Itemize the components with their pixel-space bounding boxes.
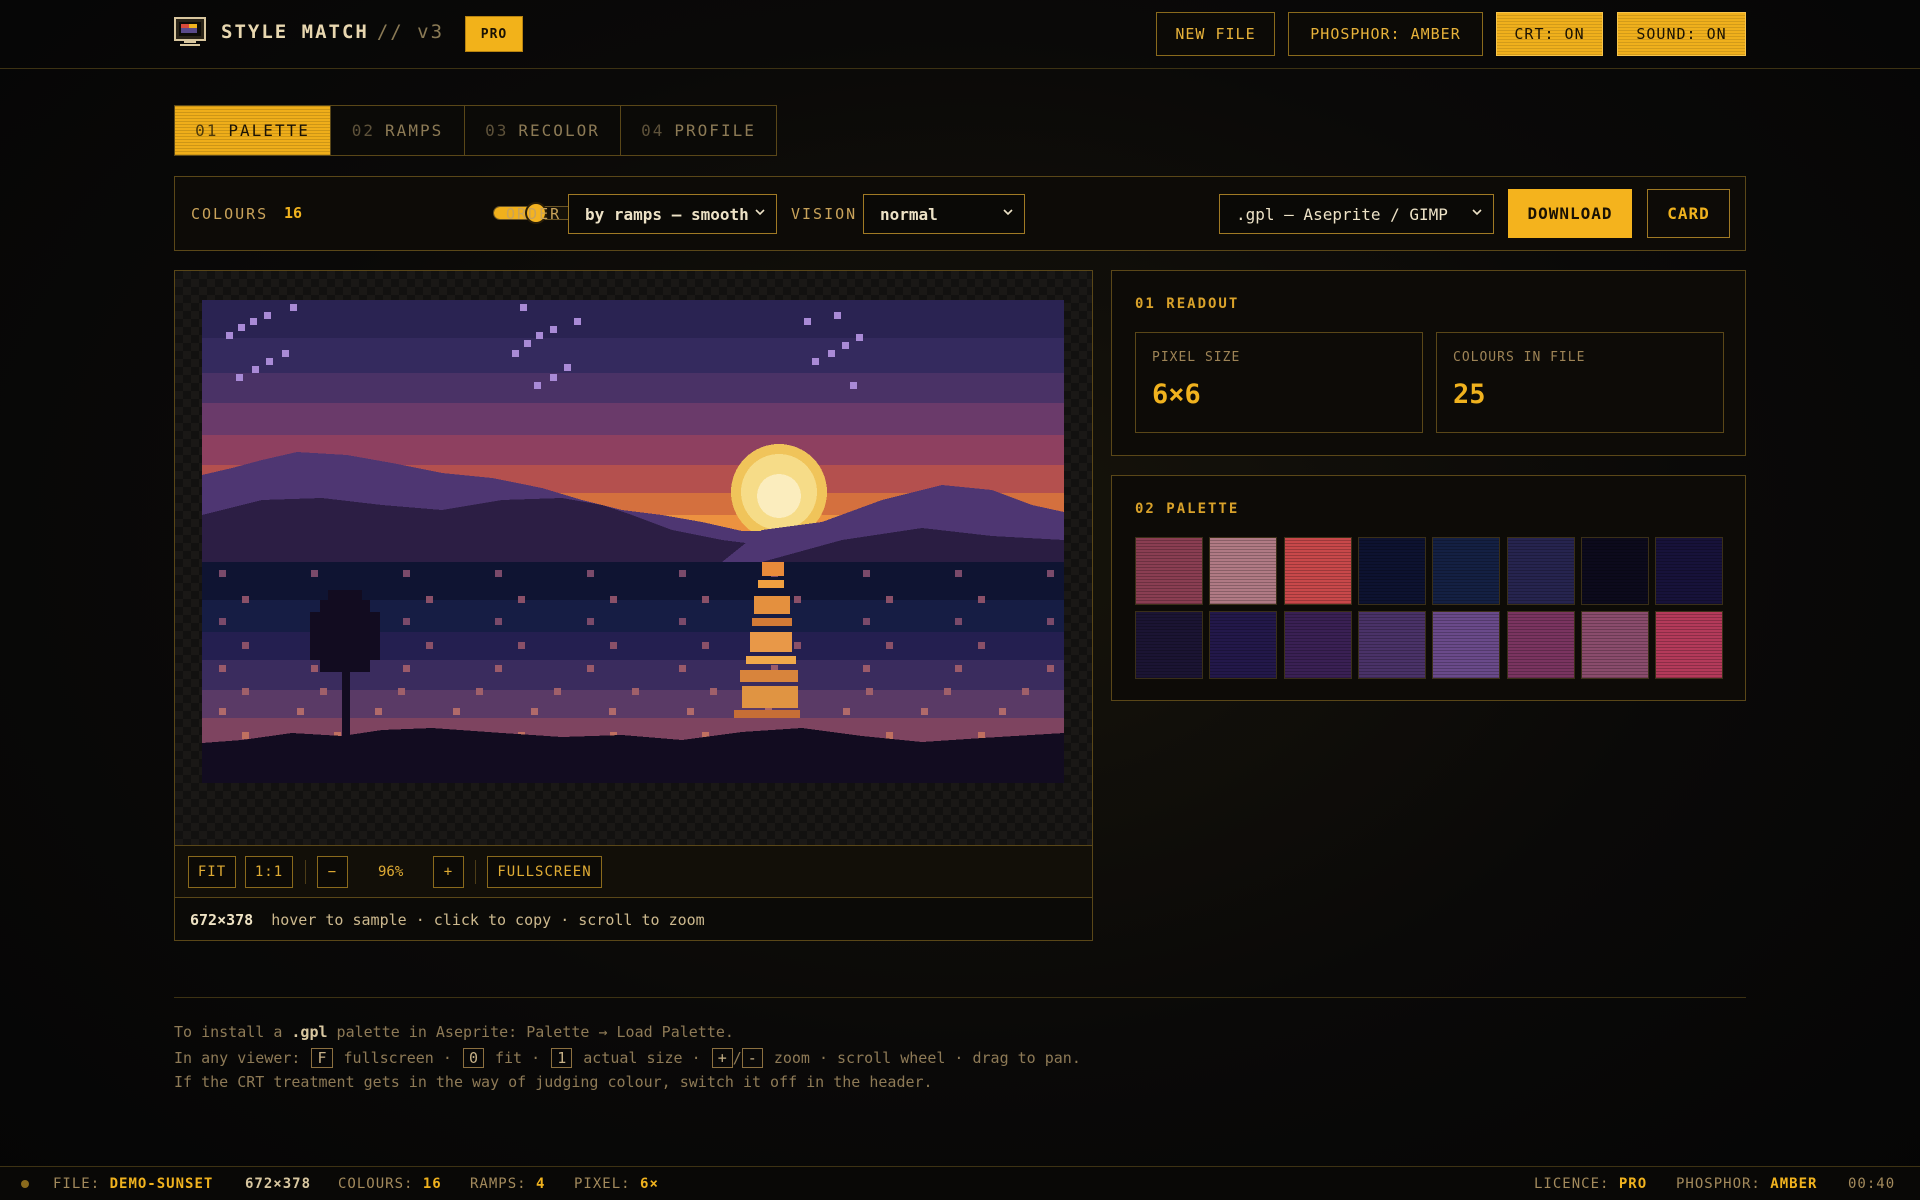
pixel-size-label: PIXEL SIZE [1152, 350, 1241, 365]
status-ramps: RAMPS: 4 [470, 1176, 546, 1192]
format-select[interactable]: .gpl — Aseprite / GIMP [1219, 194, 1494, 234]
card-button[interactable]: CARD [1647, 189, 1730, 238]
brand-title: STYLE MATCH// v3 [221, 21, 445, 43]
pro-badge: PRO [465, 16, 523, 52]
colours-value: 16 [284, 204, 303, 222]
vision-label: VISION [791, 205, 858, 223]
key-minus: - [741, 1048, 763, 1068]
vision-select[interactable]: normal [863, 194, 1025, 234]
palette-swatch[interactable] [1580, 537, 1649, 605]
actual-size-button[interactable]: 1:1 [245, 856, 293, 888]
palette-swatch[interactable] [1357, 611, 1426, 679]
chevron-down-icon [1003, 209, 1013, 216]
format-select-value: .gpl — Aseprite / GIMP [1236, 204, 1448, 224]
app-header: STYLE MATCH// v3 PRO NEW FILE PHOSPHOR: … [0, 0, 1920, 69]
status-pixel: PIXEL: 6× [574, 1176, 659, 1192]
palette-swatch[interactable] [1506, 611, 1575, 679]
palette-swatch[interactable] [1432, 537, 1501, 605]
colours-in-file-box: COLOURS IN FILE 25 [1436, 332, 1724, 433]
palette-swatch[interactable] [1506, 537, 1575, 605]
key-1: 1 [551, 1048, 573, 1068]
order-label: ORDER [506, 205, 562, 223]
palette-swatch[interactable] [1283, 537, 1352, 605]
fullscreen-button[interactable]: FULLSCREEN [487, 856, 602, 888]
readout-title: 01 READOUT [1135, 296, 1240, 312]
image-viewer: FIT 1:1 − 96% + FULLSCREEN 672×378 hover … [174, 270, 1093, 941]
pixel-size-value: 6×6 [1152, 379, 1201, 410]
phosphor-button[interactable]: PHOSPHOR: AMBER [1288, 12, 1483, 56]
canvas-area[interactable] [175, 271, 1092, 845]
divider [475, 860, 476, 884]
help-line-shortcuts: In any viewer: F fullscreen · 0 fit · 1 … [174, 1048, 1081, 1068]
palette-swatch[interactable] [1135, 611, 1203, 679]
zoom-out-button[interactable]: − [317, 856, 348, 888]
crt-toggle[interactable]: CRT: ON [1496, 12, 1603, 56]
palette-swatch[interactable] [1135, 537, 1203, 605]
colours-label: COLOURS [191, 205, 269, 223]
colours-in-file-label: COLOURS IN FILE [1453, 350, 1586, 365]
tab-ramps[interactable]: 02 RAMPS [331, 106, 465, 155]
monitor-icon [174, 17, 206, 46]
tab-recolor[interactable]: 03 RECOLOR [465, 106, 621, 155]
palette-swatch[interactable] [1655, 537, 1724, 605]
tab-profile[interactable]: 04 PROFILE [621, 106, 776, 155]
pixel-art-image[interactable] [202, 300, 1064, 783]
status-file: FILE: DEMO-SUNSET [53, 1176, 214, 1192]
status-phosphor: PHOSPHOR: AMBER [1676, 1176, 1818, 1192]
status-bar: FILE: DEMO-SUNSET 672×378 COLOURS: 16 RA… [0, 1166, 1920, 1200]
chevron-down-icon [1472, 209, 1482, 216]
tab-palette[interactable]: 01 PALETTE [175, 106, 331, 155]
tab-bar: 01 PALETTE 02 RAMPS 03 RECOLOR 04 PROFILE [174, 105, 777, 156]
key-0: 0 [462, 1048, 484, 1068]
order-select-value: by ramps — smooth [585, 204, 749, 224]
image-dimensions: 672×378 [190, 911, 254, 929]
new-file-button[interactable]: NEW FILE [1156, 12, 1275, 56]
palette-swatch[interactable] [1432, 611, 1501, 679]
status-licence: LICENCE: PRO [1534, 1176, 1648, 1192]
key-plus: + [711, 1048, 733, 1068]
pixel-size-box: PIXEL SIZE 6×6 [1135, 332, 1423, 433]
zoom-percent: 96% [378, 864, 404, 880]
palette-swatch[interactable] [1209, 611, 1278, 679]
divider [174, 997, 1746, 998]
palette-panel: 02 PALETTE [1111, 475, 1746, 701]
sound-toggle[interactable]: SOUND: ON [1617, 12, 1746, 56]
palette-swatch[interactable] [1357, 537, 1426, 605]
viewer-info: 672×378 hover to sample · click to copy ·… [190, 911, 705, 929]
zoom-in-button[interactable]: + [433, 856, 464, 888]
palette-swatch[interactable] [1283, 611, 1352, 679]
vision-select-value: normal [880, 204, 938, 224]
viewer-hint: hover to sample · click to copy · scroll… [271, 911, 705, 929]
download-button[interactable]: DOWNLOAD [1508, 189, 1632, 238]
status-time: 00:40 [1848, 1176, 1896, 1192]
palette-swatch[interactable] [1655, 611, 1724, 679]
palette-toolbar: COLOURS 16 ORDER by ramps — smooth VISIO… [174, 176, 1746, 251]
chevron-down-icon [755, 209, 765, 216]
divider [305, 860, 306, 884]
palette-swatch[interactable] [1580, 611, 1649, 679]
key-f: F [311, 1048, 333, 1068]
help-line-crt: If the CRT treatment gets in the way of … [174, 1073, 933, 1091]
zoom-toolbar: FIT 1:1 − 96% + FULLSCREEN [175, 845, 1092, 898]
status-dimensions: 672×378 [245, 1176, 312, 1192]
colours-in-file-value: 25 [1453, 379, 1486, 410]
palette-title: 02 PALETTE [1135, 501, 1240, 517]
order-select[interactable]: by ramps — smooth [568, 194, 777, 234]
palette-swatch[interactable] [1209, 537, 1278, 605]
brand-version: // v3 [376, 21, 445, 43]
status-colours: COLOURS: 16 [338, 1176, 442, 1192]
fit-button[interactable]: FIT [188, 856, 236, 888]
readout-panel: 01 READOUT PIXEL SIZE 6×6 COLOURS IN FIL… [1111, 270, 1746, 456]
status-indicator [21, 1180, 29, 1188]
help-line-install: To install a .gpl palette in Aseprite: P… [174, 1023, 734, 1041]
